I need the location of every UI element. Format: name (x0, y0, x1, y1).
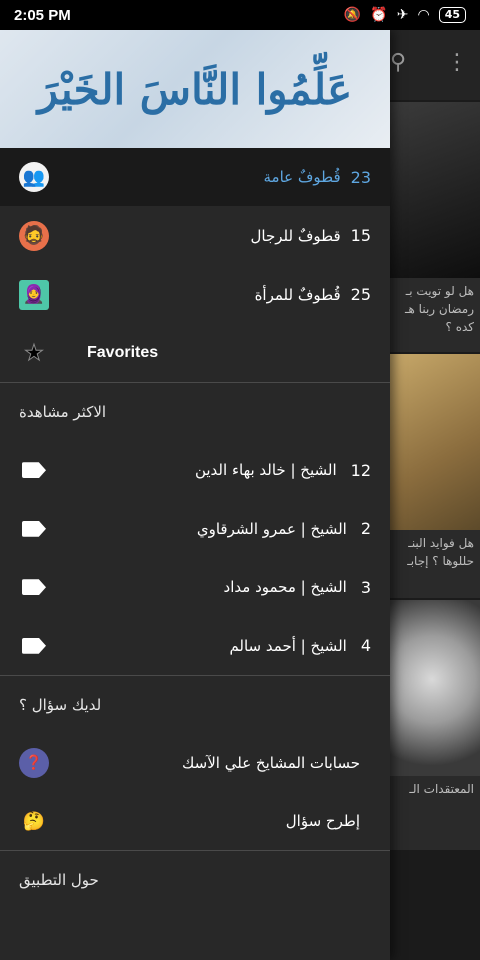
article-image (384, 600, 480, 776)
wifi-icon: ◠ (417, 7, 430, 23)
sheikh-label: الشيخ | عمرو الشرقاوي (196, 519, 347, 538)
status-bar: 2:05 PM 🔕 ⏰ ✈ ◠ 45 (0, 0, 480, 30)
ask-accounts-label: حسابات المشايخ علي الآسك (182, 754, 360, 772)
battery-icon: 45 (438, 7, 466, 23)
most-viewed-item[interactable]: الشيخ | عمرو الشرقاوي 2 (0, 500, 390, 559)
ask-question-item[interactable]: 🤔 إطرح سؤال (0, 792, 390, 850)
sheikh-count: 12 (350, 460, 371, 480)
airplane-icon: ✈ (396, 7, 409, 23)
tag-icon (22, 637, 46, 654)
sheikh-label: الشيخ | محمود مداد (223, 578, 347, 597)
question-bubble-icon: ❓ (19, 748, 49, 778)
banner-calligraphy: عَلِّمُوا النَّاسَ الخَيْرَ (37, 64, 353, 114)
category-men[interactable]: 🧔 قطوفٌ للرجال 15 (0, 206, 390, 265)
category-count: 25 (350, 285, 371, 304)
category-count: 15 (350, 226, 371, 245)
section-about-title[interactable]: حول التطبيق (0, 851, 390, 909)
category-count: 23 (350, 167, 371, 187)
thinking-person-icon: 🤔 (22, 810, 46, 832)
search-icon[interactable]: ⚲ (390, 50, 406, 75)
sheikh-count: 4 (360, 636, 371, 656)
sheikh-ask-accounts-item[interactable]: ❓ حسابات المشايخ علي الآسك (0, 734, 390, 792)
tag-icon (22, 462, 46, 479)
mute-icon: 🔕 (343, 7, 362, 23)
article-image (384, 102, 480, 278)
status-time: 2:05 PM (14, 6, 71, 24)
article-caption: المعتقدات الـ (409, 782, 474, 796)
article-caption: هل لو تويت بـ رمضان ربنا هـ كده ؟ (405, 284, 474, 334)
alarm-icon: ⏰ (370, 7, 388, 23)
article-card[interactable]: المعتقدات الـ (384, 600, 480, 850)
article-card[interactable]: هل فوايد البنـ حللوها ؟ إجابـ (384, 354, 480, 598)
sheikh-count: 3 (360, 577, 371, 597)
tag-icon (22, 520, 46, 537)
article-image (384, 354, 480, 530)
ask-question-label: إطرح سؤال (285, 812, 360, 830)
category-label: قُطوفٌ عامة (263, 168, 341, 186)
most-viewed-item[interactable]: الشيخ | محمود مداد 3 (0, 558, 390, 617)
navigation-drawer: عَلِّمُوا النَّاسَ الخَيْرَ 👥 قُطوفٌ عام… (0, 30, 390, 960)
sheikh-count: 2 (360, 519, 371, 539)
drawer-header-banner: عَلِّمُوا النَّاسَ الخَيْرَ (0, 30, 390, 148)
sheikh-label: الشيخ | خالد بهاء الدين (194, 461, 337, 480)
category-label: قُطوفٌ للمرأة (254, 285, 341, 304)
category-women[interactable]: 🧕 قُطوفٌ للمرأة 25 (0, 265, 390, 324)
article-caption: هل فوايد البنـ حللوها ؟ إجابـ (407, 536, 474, 568)
woman-avatar-icon: 🧕 (19, 279, 49, 310)
star-icon: ★ (24, 340, 45, 366)
group-avatar-icon: 👥 (19, 162, 49, 192)
sheikh-label: الشيخ | أحمد سالم (229, 636, 347, 655)
tag-icon (22, 579, 46, 596)
man-avatar-icon: 🧔 (19, 220, 49, 251)
most-viewed-item[interactable]: الشيخ | أحمد سالم 4 (0, 617, 390, 676)
category-general[interactable]: 👥 قُطوفٌ عامة 23 (0, 148, 390, 206)
more-vert-icon[interactable]: ⋮ (446, 50, 468, 75)
section-most-viewed-title: الاكثر مشاهدة (19, 403, 107, 421)
favorites-item[interactable]: ★ Favorites (0, 324, 390, 382)
most-viewed-item[interactable]: الشيخ | خالد بهاء الدين 12 (0, 441, 390, 500)
favorites-label: Favorites (87, 344, 159, 361)
status-icons: 🔕 ⏰ ✈ ◠ 45 (344, 7, 466, 23)
section-question-title: لديك سؤال ؟ (19, 696, 102, 714)
category-label: قطوفٌ للرجال (250, 226, 341, 245)
article-card[interactable]: هل لو تويت بـ رمضان ربنا هـ كده ؟ (384, 102, 480, 352)
